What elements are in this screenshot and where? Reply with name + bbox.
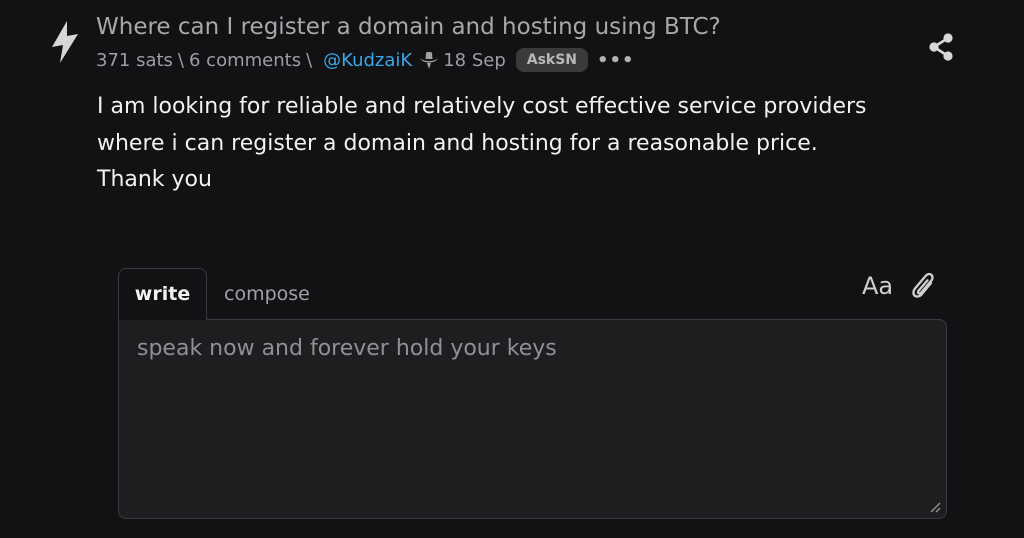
lightning-bolt-icon[interactable] <box>49 20 81 64</box>
resize-grip-icon[interactable] <box>929 501 941 513</box>
territory-badge[interactable]: AskSN <box>515 48 589 72</box>
post-body: I am looking for reliable and relatively… <box>97 89 957 199</box>
post-body-line: I am looking for reliable and relatively… <box>97 94 867 119</box>
cowboy-hat-icon <box>420 51 439 69</box>
tab-compose[interactable]: compose <box>224 280 310 308</box>
post-body-line: where i can register a domain and hostin… <box>97 130 818 156</box>
sats-count: 371 sats <box>96 49 173 71</box>
meta-separator: \ <box>177 49 184 71</box>
reply-textarea[interactable] <box>119 320 946 518</box>
post-date: 18 Sep <box>443 49 506 71</box>
reply-editor <box>118 319 947 519</box>
post-title[interactable]: Where can I register a domain and hostin… <box>96 12 721 42</box>
post-meta: 371 sats \ 6 comments \ @KudzaiK 18 Sep … <box>96 46 635 74</box>
author-link[interactable]: @KudzaiK <box>323 50 412 71</box>
tab-write[interactable]: write <box>118 268 207 320</box>
more-options-button[interactable]: ••• <box>597 50 635 71</box>
comments-link[interactable]: 6 comments <box>189 50 301 71</box>
post-body-line: Thank you <box>97 167 212 192</box>
paperclip-icon[interactable] <box>910 270 938 302</box>
share-icon[interactable] <box>927 32 955 62</box>
meta-separator: \ <box>306 49 313 71</box>
post-page: Where can I register a domain and hostin… <box>0 0 1024 538</box>
format-toggle-button[interactable]: Aa <box>862 270 893 302</box>
